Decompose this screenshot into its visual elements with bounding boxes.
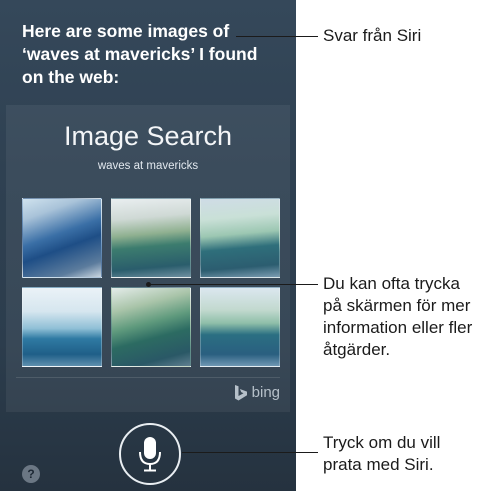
card-divider [16,377,280,378]
help-button[interactable]: ? [22,465,40,483]
image-thumbnail[interactable] [111,198,191,278]
callout-siri-answer: Svar från Siri [323,26,422,45]
leader-line-siri-answer [236,36,318,37]
bing-label: bing [251,384,280,401]
leader-line-tap-to-talk [182,452,318,453]
callout-tap-to-talk: Tryck om du vill prata med Siri. [323,433,441,474]
microphone-icon [139,437,161,472]
image-thumbnail[interactable] [200,198,280,278]
image-search-card[interactable]: Image Search waves at mavericks bing [6,105,290,412]
image-thumbnail[interactable] [22,198,102,278]
siri-screen: Here are some images of ‘waves at maveri… [0,0,296,491]
bing-attribution: bing [234,384,280,401]
leader-line-tap-screen [148,284,318,285]
siri-mic-button[interactable] [119,423,181,485]
search-query: waves at mavericks [97,160,199,172]
image-thumbnail[interactable] [22,287,102,367]
image-thumbnail[interactable] [111,287,191,367]
image-thumbnail[interactable] [200,287,280,367]
callout-tap-screen: Du kan ofta trycka på skärmen för mer in… [323,274,473,359]
leader-dot [146,282,151,287]
siri-response-text: Here are some images of ‘waves at maveri… [22,21,258,87]
image-search-title: Image Search [63,121,233,151]
bing-logo-icon [234,384,247,400]
